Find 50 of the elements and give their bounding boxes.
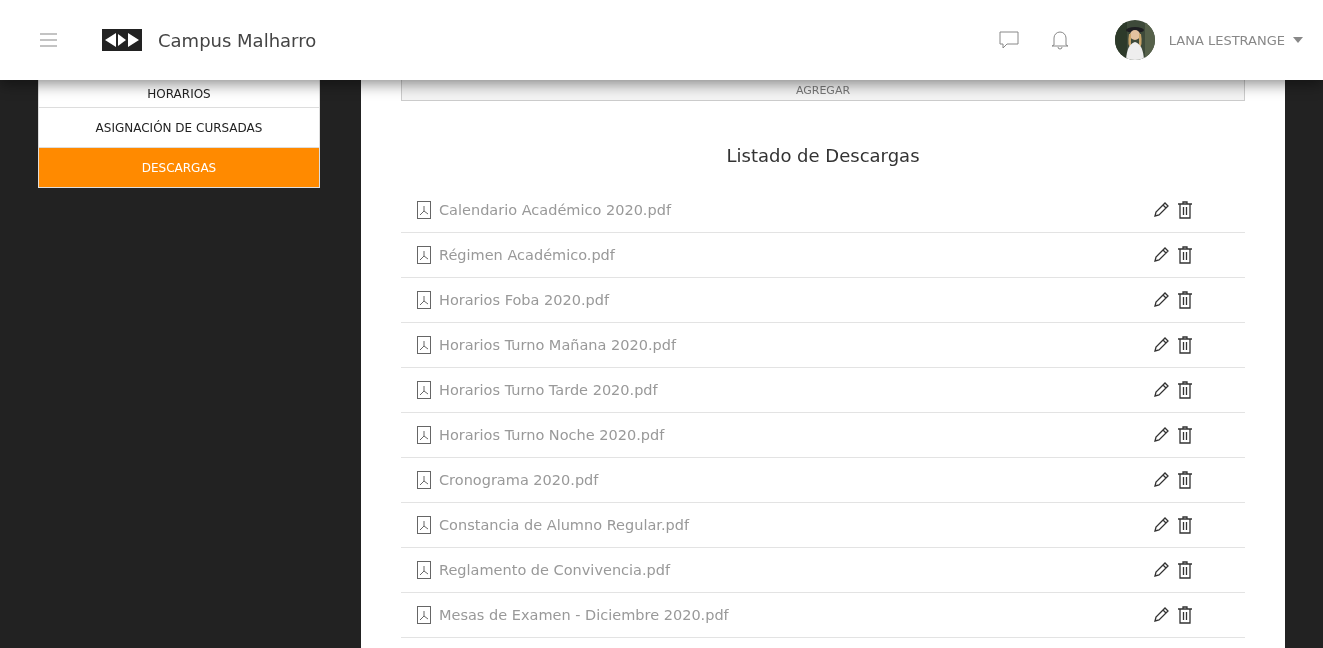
trash-icon[interactable] [1177, 606, 1193, 624]
sidebar-item[interactable]: ASIGNACIÓN DE CURSADAS [39, 108, 319, 147]
file-link[interactable]: Cronograma 2020.pdf [439, 472, 1153, 488]
edit-icon[interactable] [1153, 607, 1169, 623]
pdf-file-icon [417, 561, 431, 579]
brand-name: Campus Malharro [158, 29, 317, 51]
file-link[interactable]: Reglamento de Convivencia.pdf [439, 562, 1153, 578]
pdf-file-icon [417, 291, 431, 309]
trash-icon[interactable] [1177, 246, 1193, 264]
pdf-file-icon [417, 426, 431, 444]
sidebar-item[interactable]: HORARIOS [39, 80, 319, 107]
file-link[interactable]: Horarios Turno Noche 2020.pdf [439, 427, 1153, 443]
edit-icon[interactable] [1153, 427, 1169, 443]
file-link[interactable]: Régimen Académico.pdf [439, 247, 1153, 263]
pdf-file-icon [417, 336, 431, 354]
file-link[interactable]: Horarios Turno Tarde 2020.pdf [439, 382, 1153, 398]
pdf-file-icon [417, 246, 431, 264]
edit-icon[interactable] [1153, 202, 1169, 218]
trash-icon[interactable] [1177, 516, 1193, 534]
trash-icon[interactable] [1177, 471, 1193, 489]
pdf-file-icon [417, 606, 431, 624]
file-link[interactable]: Horarios Turno Mañana 2020.pdf [439, 337, 1153, 353]
edit-icon[interactable] [1153, 292, 1169, 308]
add-button[interactable]: AGREGAR [401, 80, 1245, 101]
edit-icon[interactable] [1153, 337, 1169, 353]
trash-icon[interactable] [1177, 381, 1193, 399]
trash-icon[interactable] [1177, 426, 1193, 444]
trash-icon[interactable] [1177, 201, 1193, 219]
file-link[interactable]: Calendario Académico 2020.pdf [439, 202, 1153, 218]
pdf-file-icon [417, 381, 431, 399]
caret-icon [1293, 37, 1303, 43]
logo-icon [102, 29, 142, 51]
file-link[interactable]: Constancia de Alumno Regular.pdf [439, 517, 1153, 533]
bell-icon[interactable] [1050, 30, 1069, 50]
edit-icon[interactable] [1153, 247, 1169, 263]
edit-icon[interactable] [1153, 382, 1169, 398]
file-link[interactable]: Horarios Foba 2020.pdf [439, 292, 1153, 308]
user-menu[interactable]: LANA LESTRANGE [1168, 32, 1303, 48]
list-title: Listado de Descargas [725, 145, 921, 166]
file-link[interactable]: Mesas de Examen - Diciembre 2020.pdf [439, 607, 1153, 623]
trash-icon[interactable] [1177, 291, 1193, 309]
edit-icon[interactable] [1153, 472, 1169, 488]
pdf-file-icon [417, 201, 431, 219]
pdf-file-icon [417, 471, 431, 489]
pdf-file-icon [417, 516, 431, 534]
trash-icon[interactable] [1177, 561, 1193, 579]
edit-icon[interactable] [1153, 562, 1169, 578]
trash-icon[interactable] [1177, 336, 1193, 354]
edit-icon[interactable] [1153, 517, 1169, 533]
sidebar-item[interactable]: DESCARGAS [39, 148, 319, 187]
